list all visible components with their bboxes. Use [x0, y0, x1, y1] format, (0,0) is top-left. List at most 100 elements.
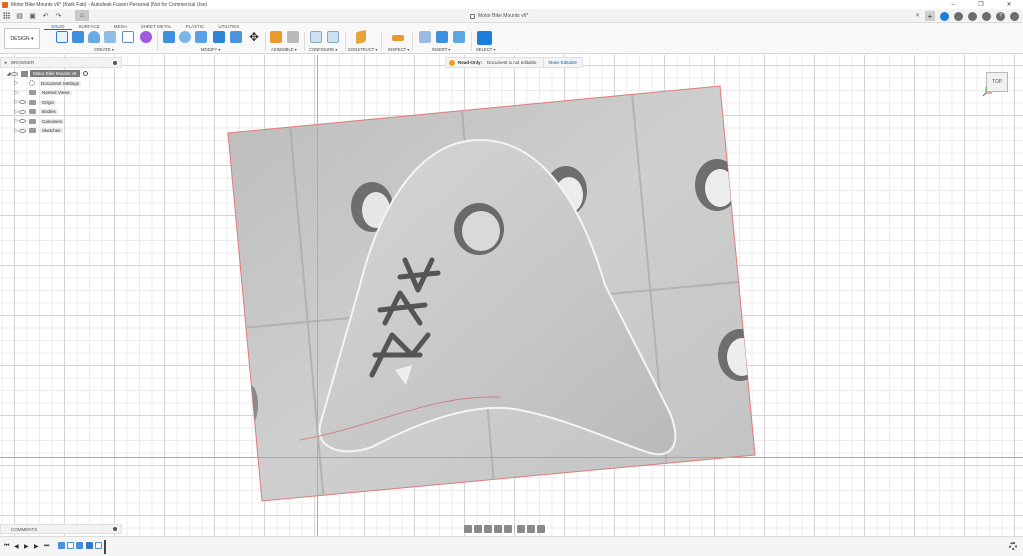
- create-sketch-icon[interactable]: [56, 31, 68, 43]
- hole-icon[interactable]: [104, 31, 116, 43]
- viewports-icon[interactable]: [537, 525, 545, 533]
- undo-icon[interactable]: ↶: [41, 11, 50, 20]
- configure-menu[interactable]: CONFIGURE ▾: [309, 47, 337, 52]
- look-at-icon[interactable]: [474, 525, 482, 533]
- save-icon[interactable]: ▣: [28, 11, 37, 20]
- ribbon-separator: [304, 32, 305, 51]
- select-menu[interactable]: SELECT ▾: [476, 47, 495, 52]
- tab-surface[interactable]: SURFACE: [72, 23, 107, 30]
- orbit-icon[interactable]: [464, 525, 472, 533]
- create-menu[interactable]: CREATE ▾: [94, 47, 114, 52]
- zoom-icon[interactable]: [494, 525, 502, 533]
- new-component-icon[interactable]: [270, 31, 282, 43]
- insert-mesh-icon[interactable]: [436, 31, 448, 43]
- visibility-eye-icon[interactable]: [19, 119, 26, 123]
- activate-radio-icon[interactable]: [82, 71, 88, 76]
- maximize-button[interactable]: ❐: [967, 0, 995, 9]
- user-avatar[interactable]: [1010, 11, 1019, 21]
- visibility-eye-icon[interactable]: [11, 71, 18, 76]
- folder-icon: [29, 90, 36, 95]
- comments-toggle-icon[interactable]: [113, 527, 117, 531]
- close-window-button[interactable]: ✕: [995, 0, 1023, 9]
- timeline-marker[interactable]: [104, 540, 106, 554]
- timeline-feature-canvas[interactable]: [58, 542, 65, 549]
- tree-item-document-settings[interactable]: ▷ Document Settings: [14, 79, 82, 88]
- visibility-eye-icon[interactable]: [19, 128, 26, 133]
- construct-menu[interactable]: CONSTRUCT ▾: [348, 47, 377, 52]
- comments-panel-header[interactable]: COMMENTS: [0, 524, 122, 534]
- file-menu-icon[interactable]: ▤: [15, 11, 24, 20]
- select-icon[interactable]: [477, 31, 492, 45]
- timeline-feature-hole[interactable]: [86, 542, 93, 549]
- assemble-menu[interactable]: ASSEMBLE ▾: [271, 47, 297, 52]
- inspect-menu[interactable]: INSPECT ▾: [388, 47, 409, 52]
- form-icon[interactable]: [140, 31, 152, 43]
- tree-item-named-views[interactable]: ▷ Named Views: [14, 88, 72, 97]
- workspace-switcher[interactable]: DESIGN ▾: [4, 28, 40, 49]
- joint-icon[interactable]: [287, 31, 299, 43]
- timeline-settings-gear-icon[interactable]: [1009, 542, 1017, 550]
- insert-canvas-icon[interactable]: [453, 31, 465, 43]
- display-settings-icon[interactable]: [517, 525, 525, 533]
- tree-item-bodies[interactable]: ▷ Bodies: [14, 107, 58, 116]
- revolve-icon[interactable]: [88, 31, 100, 43]
- play-icon[interactable]: ▶: [24, 543, 29, 550]
- extensions-icon[interactable]: [940, 11, 949, 21]
- grid-settings-icon[interactable]: [527, 525, 535, 533]
- tree-item-canvases[interactable]: ▷ Canvases: [14, 117, 65, 126]
- visibility-eye-icon[interactable]: [19, 100, 26, 104]
- configure-table-icon[interactable]: [310, 31, 322, 43]
- collapse-browser-icon[interactable]: ◂: [4, 60, 7, 66]
- step-back-icon[interactable]: ◀: [14, 543, 19, 550]
- help-icon[interactable]: ?: [996, 11, 1005, 21]
- make-editable-button[interactable]: Make Editable: [542, 57, 583, 68]
- minimize-button[interactable]: –: [939, 0, 967, 9]
- expand-icon[interactable]: ▷: [14, 88, 19, 97]
- tab-sheet-metal[interactable]: SHEET METAL: [134, 23, 179, 30]
- measure-icon[interactable]: [392, 35, 404, 41]
- fillet-icon[interactable]: [179, 31, 191, 43]
- tree-item-sketches[interactable]: ▷ Sketches: [14, 126, 63, 135]
- tab-plastic[interactable]: PLASTIC: [179, 23, 212, 30]
- timeline-feature-extrude[interactable]: [76, 542, 83, 549]
- document-tab[interactable]: Motor Bike Mounts v6*: [470, 10, 528, 22]
- canvas-viewport[interactable]: [0, 55, 1023, 536]
- tree-item-origin[interactable]: ▷ Origin: [14, 98, 57, 107]
- window-controls: – ❐ ✕: [939, 0, 1023, 9]
- tab-utilities[interactable]: UTILITIES: [211, 23, 246, 30]
- shell-icon[interactable]: [213, 31, 225, 43]
- browser-pin-icon[interactable]: [113, 60, 117, 65]
- app-grid-icon[interactable]: [2, 11, 11, 20]
- combine-icon[interactable]: [230, 31, 242, 43]
- modify-menu[interactable]: MODIFY ▾: [201, 47, 220, 52]
- move-copy-icon[interactable]: ✥: [248, 31, 260, 43]
- offset-plane-icon[interactable]: [356, 29, 366, 45]
- notifications-icon[interactable]: [982, 11, 991, 21]
- step-forward-icon[interactable]: ▶: [34, 543, 39, 550]
- insert-menu[interactable]: INSERT ▾: [432, 47, 450, 52]
- home-icon[interactable]: ⌂: [75, 10, 89, 21]
- chamfer-icon[interactable]: [195, 31, 207, 43]
- folder-icon: [29, 118, 36, 124]
- visibility-eye-icon[interactable]: [19, 109, 26, 114]
- insert-derive-icon[interactable]: [419, 31, 431, 43]
- press-pull-icon[interactable]: [163, 31, 175, 43]
- tab-mesh[interactable]: MESH: [107, 23, 134, 30]
- go-to-start-icon[interactable]: ⏮: [4, 543, 9, 550]
- job-status-icon[interactable]: [954, 11, 963, 21]
- pan-icon[interactable]: [484, 525, 492, 533]
- go-to-end-icon[interactable]: ⏭: [44, 543, 49, 550]
- timeline-feature-sketch[interactable]: [67, 542, 74, 549]
- timeline-feature-sketch[interactable]: [95, 542, 102, 549]
- new-tab-icon[interactable]: +: [925, 11, 935, 21]
- rectangular-pattern-icon[interactable]: [122, 31, 134, 43]
- extrude-icon[interactable]: [72, 31, 84, 43]
- close-tab-button[interactable]: ✕: [915, 12, 920, 19]
- tree-root[interactable]: ◢ Motor Bike Mounts v6: [6, 69, 88, 78]
- configure-rule-icon[interactable]: [327, 31, 339, 43]
- tab-solid[interactable]: SOLID: [44, 23, 72, 30]
- expand-icon[interactable]: ▷: [14, 79, 19, 88]
- redo-icon[interactable]: ↷: [54, 11, 63, 20]
- data-panel-icon[interactable]: [968, 11, 977, 21]
- fit-icon[interactable]: [504, 525, 512, 533]
